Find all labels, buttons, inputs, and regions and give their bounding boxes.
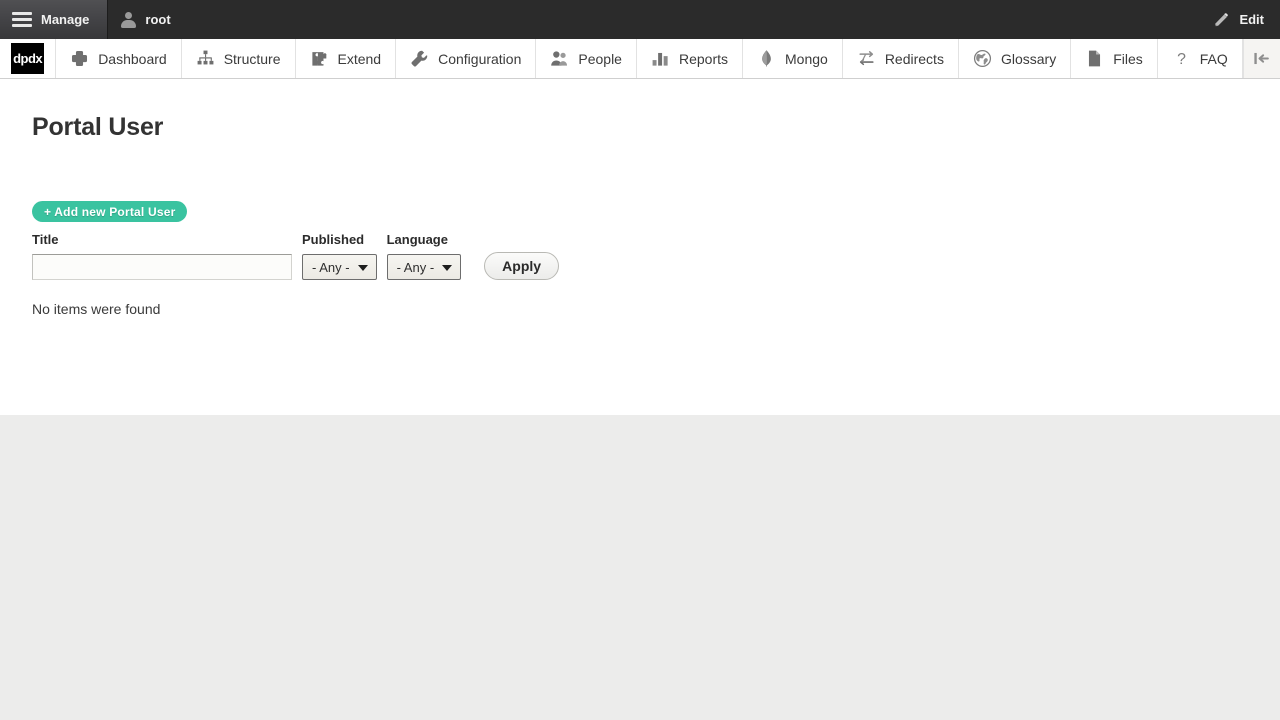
language-filter-label: Language (386, 232, 448, 247)
menu-item-dashboard[interactable]: Dashboard (56, 39, 182, 78)
title-filter-label: Title (32, 232, 59, 247)
plus-icon (70, 49, 89, 68)
manage-menu-button[interactable]: Manage (0, 0, 109, 39)
menu-label: Mongo (785, 50, 828, 67)
published-filter-select[interactable]: - Any - (302, 254, 377, 280)
globe-icon (973, 49, 992, 68)
menu-item-configuration[interactable]: Configuration (396, 39, 537, 78)
add-new-portal-user-button[interactable]: + Add new Portal User (32, 201, 188, 222)
published-filter-select-wrap: - Any - (302, 254, 377, 280)
menu-item-reports[interactable]: Reports (637, 39, 743, 78)
orientation-toggle-button[interactable] (1243, 39, 1280, 78)
page-title: Portal User (32, 113, 164, 141)
user-account-button[interactable]: root (108, 0, 184, 39)
site-logo-link[interactable]: dpdx (0, 39, 57, 78)
menu-item-structure[interactable]: Structure (182, 39, 296, 78)
menu-label: Configuration (438, 50, 522, 67)
leaf-icon (757, 49, 776, 68)
language-filter-select[interactable]: - Any - (386, 254, 462, 280)
filter-group-title: Title (32, 232, 292, 280)
menu-label: Extend (337, 50, 382, 67)
menu-item-mongo[interactable]: Mongo (743, 39, 843, 78)
edit-label: Edit (1239, 12, 1264, 27)
title-filter-input[interactable] (32, 254, 292, 280)
published-filter-label: Published (302, 232, 365, 247)
person-icon (121, 11, 137, 28)
menu-label: Structure (223, 50, 281, 67)
menu-item-extend[interactable]: Extend (296, 39, 397, 78)
page-content: Portal User + Add new Portal User Title … (0, 79, 1280, 415)
admin-toolbar-top: Manage root Edit (0, 0, 1280, 39)
collapse-left-icon (1252, 49, 1271, 68)
menu-label: Glossary (1000, 50, 1057, 67)
menu-label: FAQ (1199, 50, 1228, 67)
menu-item-people[interactable]: People (536, 39, 637, 78)
wrench-icon (410, 49, 429, 68)
site-logo: dpdx (11, 43, 45, 74)
pencil-icon (1213, 11, 1230, 28)
apply-filters-button[interactable]: Apply (484, 252, 560, 280)
svg-text:?: ? (1177, 51, 1186, 68)
redirect-arrows-icon (857, 49, 876, 68)
document-icon (1085, 49, 1104, 68)
menu-item-files[interactable]: Files (1071, 39, 1158, 78)
empty-results-message: No items were found (32, 301, 161, 317)
bar-chart-icon (651, 49, 670, 68)
menu-label: Dashboard (98, 50, 167, 67)
filter-group-published: Published - Any - (302, 232, 377, 280)
question-mark-icon: ? (1172, 49, 1191, 68)
user-name-label: root (145, 12, 171, 27)
menu-item-faq[interactable]: ? FAQ (1158, 39, 1243, 78)
filter-group-language: Language - Any - (386, 232, 462, 280)
edit-mode-button[interactable]: Edit (1201, 0, 1280, 39)
puzzle-piece-icon (310, 49, 329, 68)
sitemap-icon (196, 49, 215, 68)
filter-form: Title Published - Any - Language - Any -… (32, 232, 560, 280)
menu-label: Reports (678, 50, 728, 67)
menu-item-redirects[interactable]: Redirects (843, 39, 959, 78)
language-filter-select-wrap: - Any - (386, 254, 462, 280)
manage-label: Manage (41, 12, 90, 27)
menu-label: Files (1113, 50, 1143, 67)
hamburger-icon (12, 9, 32, 30)
admin-menu-bar: dpdx Dashboard Structure Extend Configur… (0, 39, 1280, 86)
menu-item-glossary[interactable]: Glossary (959, 39, 1072, 78)
people-icon (550, 49, 569, 68)
menu-label: People (578, 50, 622, 67)
menu-label: Redirects (884, 50, 944, 67)
